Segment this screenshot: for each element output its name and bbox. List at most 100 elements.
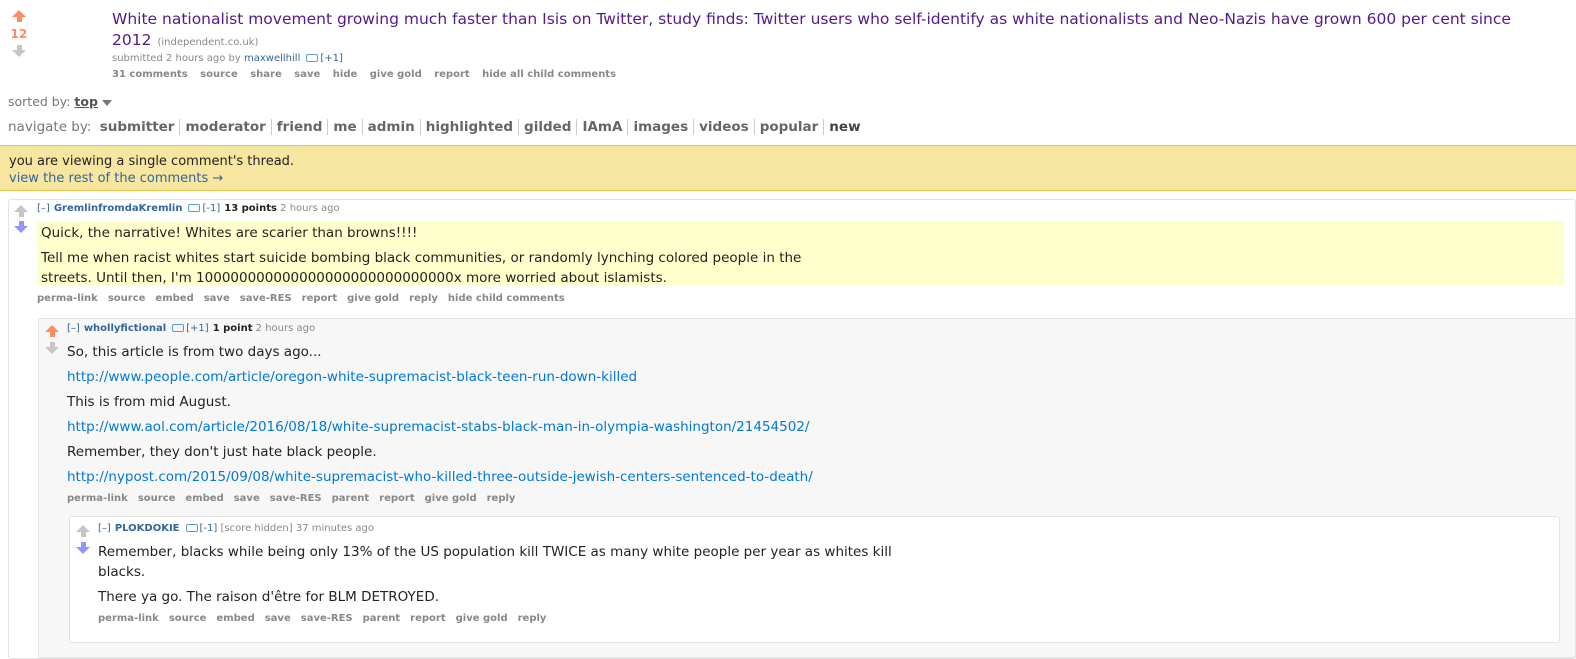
comment-paragraph: So, this article is from two days ago...	[67, 344, 322, 360]
comment3-buttons: perma-link source embed save save-RES parent r…	[98, 613, 556, 624]
comment-author-karma: [+1]	[186, 323, 209, 334]
collapse-button[interactable]: [–]	[98, 523, 111, 534]
reply-button[interactable]: reply	[409, 293, 438, 304]
nav-iama[interactable]: IAmA	[576, 119, 628, 135]
collapse-button[interactable]: [–]	[67, 323, 80, 334]
comment1-upvote-icon[interactable]	[14, 205, 28, 217]
sort-dropdown[interactable]: top	[74, 94, 98, 109]
parent-button[interactable]: parent	[332, 493, 370, 504]
navigate-bar: navigate by: submitter moderator friend me a…	[8, 119, 866, 135]
post-domain[interactable]: (independent.co.uk)	[157, 37, 258, 48]
comment-points: 13 points	[224, 203, 277, 214]
give-gold-button[interactable]: give gold	[456, 613, 508, 624]
source-button[interactable]: source	[200, 69, 238, 80]
hide-button[interactable]: hide	[333, 69, 358, 80]
comment-paragraph: There ya go. The raison d'être for BLM D…	[98, 589, 440, 605]
tag-icon[interactable]	[185, 524, 198, 532]
nav-popular[interactable]: popular	[753, 119, 824, 135]
comment1-buttons: perma-link source embed save save-RES report g…	[37, 293, 575, 304]
nav-friend[interactable]: friend	[270, 119, 328, 135]
save-button[interactable]: save	[234, 493, 260, 504]
comment2-buttons: perma-link source embed save save-RES parent r…	[67, 493, 525, 504]
post-author[interactable]: maxwellhill	[244, 53, 300, 64]
comment1-downvote-icon[interactable]	[14, 221, 28, 233]
post-tagline: submitted 2 hours ago by maxwellhill [+1]	[112, 53, 343, 64]
comment-link[interactable]: http://www.people.com/article/oregon-whi…	[67, 369, 637, 385]
save-res-button[interactable]: save-RES	[301, 613, 353, 624]
post-downvote-icon[interactable]	[12, 45, 26, 57]
nav-me[interactable]: me	[327, 119, 362, 135]
source-button[interactable]: source	[169, 613, 207, 624]
save-res-button[interactable]: save-RES	[270, 493, 322, 504]
embed-button[interactable]: embed	[185, 493, 223, 504]
share-button[interactable]: share	[250, 69, 282, 80]
post-upvote-icon[interactable]	[12, 10, 26, 22]
save-button[interactable]: save	[294, 69, 320, 80]
comment3-body: Remember, blacks while being only 13% of…	[98, 542, 928, 612]
nav-moderator[interactable]: moderator	[179, 119, 271, 135]
comment-author[interactable]: whollyfictional	[84, 323, 166, 334]
nav-images[interactable]: images	[627, 119, 694, 135]
comment3-tagline: [–] PLOKDOKIE [-1] [score hidden] 37 minut…	[98, 523, 374, 534]
post-tagline-prefix: submitted 2 hours ago by	[112, 53, 241, 64]
embed-button[interactable]: embed	[216, 613, 254, 624]
nav-admin[interactable]: admin	[361, 119, 420, 135]
save-button[interactable]: save	[265, 613, 291, 624]
comment-author[interactable]: PLOKDOKIE	[115, 523, 180, 534]
comment2-tagline: [–] whollyfictional [+1] 1 point 2 hours ag…	[67, 323, 315, 334]
hide-child-comments-button[interactable]: hide child comments	[448, 293, 565, 304]
comment1-body: Quick, the narrative! Whites are scarier…	[37, 221, 1564, 286]
collapse-button[interactable]: [–]	[37, 203, 50, 214]
permalink-button[interactable]: perma-link	[98, 613, 159, 624]
tag-icon[interactable]	[306, 54, 319, 62]
comment-author[interactable]: GremlinfromdaKremlin	[54, 203, 183, 214]
comment3-downvote-icon[interactable]	[76, 542, 90, 554]
hide-all-child-comments-button[interactable]: hide all child comments	[482, 69, 616, 80]
sort-label: sorted by:	[8, 94, 71, 109]
reply-button[interactable]: reply	[487, 493, 516, 504]
comment-time: 2 hours ago	[280, 203, 340, 214]
comment-points: 1 point	[212, 323, 253, 334]
source-button[interactable]: source	[108, 293, 146, 304]
chevron-down-icon[interactable]	[101, 99, 112, 106]
navigate-label: navigate by:	[8, 119, 92, 135]
give-gold-button[interactable]: give gold	[347, 293, 399, 304]
source-button[interactable]: source	[138, 493, 176, 504]
post-title-block: White nationalist movement growing much …	[112, 9, 1572, 53]
nav-gilded[interactable]: gilded	[518, 119, 577, 135]
reply-button[interactable]: reply	[518, 613, 547, 624]
comment2-upvote-icon[interactable]	[45, 325, 59, 337]
comments-button[interactable]: 31 comments	[112, 69, 188, 80]
permalink-button[interactable]: perma-link	[37, 293, 98, 304]
comment-link[interactable]: http://nypost.com/2015/09/08/white-supre…	[67, 469, 813, 485]
tag-icon[interactable]	[172, 324, 185, 332]
nav-videos[interactable]: videos	[693, 119, 754, 135]
comment-link[interactable]: http://www.aol.com/article/2016/08/18/wh…	[67, 419, 809, 435]
report-button[interactable]: report	[302, 293, 337, 304]
comment-author-karma: [-1]	[202, 203, 221, 214]
nav-submitter[interactable]: submitter	[96, 119, 180, 135]
give-gold-button[interactable]: give gold	[370, 69, 422, 80]
parent-button[interactable]: parent	[363, 613, 401, 624]
comment3-upvote-icon[interactable]	[76, 525, 90, 537]
post-buttons: 31 comments source share save hide give …	[112, 69, 625, 80]
nav-new[interactable]: new	[823, 119, 866, 135]
save-button[interactable]: save	[204, 293, 230, 304]
permalink-button[interactable]: perma-link	[67, 493, 128, 504]
save-res-button[interactable]: save-RES	[240, 293, 292, 304]
single-thread-notice: you are viewing a single comment's threa…	[0, 145, 1576, 191]
post-title-link[interactable]: White nationalist movement growing much …	[112, 10, 1511, 49]
sort-menu: sorted by: top	[8, 94, 112, 109]
report-button[interactable]: report	[410, 613, 445, 624]
report-button[interactable]: report	[379, 493, 414, 504]
tag-icon[interactable]	[188, 204, 201, 212]
comment1-tagline: [–] GremlinfromdaKremlin [-1] 13 points 2 h…	[37, 203, 340, 214]
notice-text: you are viewing a single comment's threa…	[9, 154, 295, 169]
comment2-downvote-icon[interactable]	[45, 342, 59, 354]
nav-highlighted[interactable]: highlighted	[419, 119, 519, 135]
report-button[interactable]: report	[434, 69, 469, 80]
comment-time: 2 hours ago	[255, 323, 316, 334]
give-gold-button[interactable]: give gold	[425, 493, 477, 504]
view-rest-link[interactable]: view the rest of the comments →	[9, 170, 1567, 187]
embed-button[interactable]: embed	[155, 293, 193, 304]
